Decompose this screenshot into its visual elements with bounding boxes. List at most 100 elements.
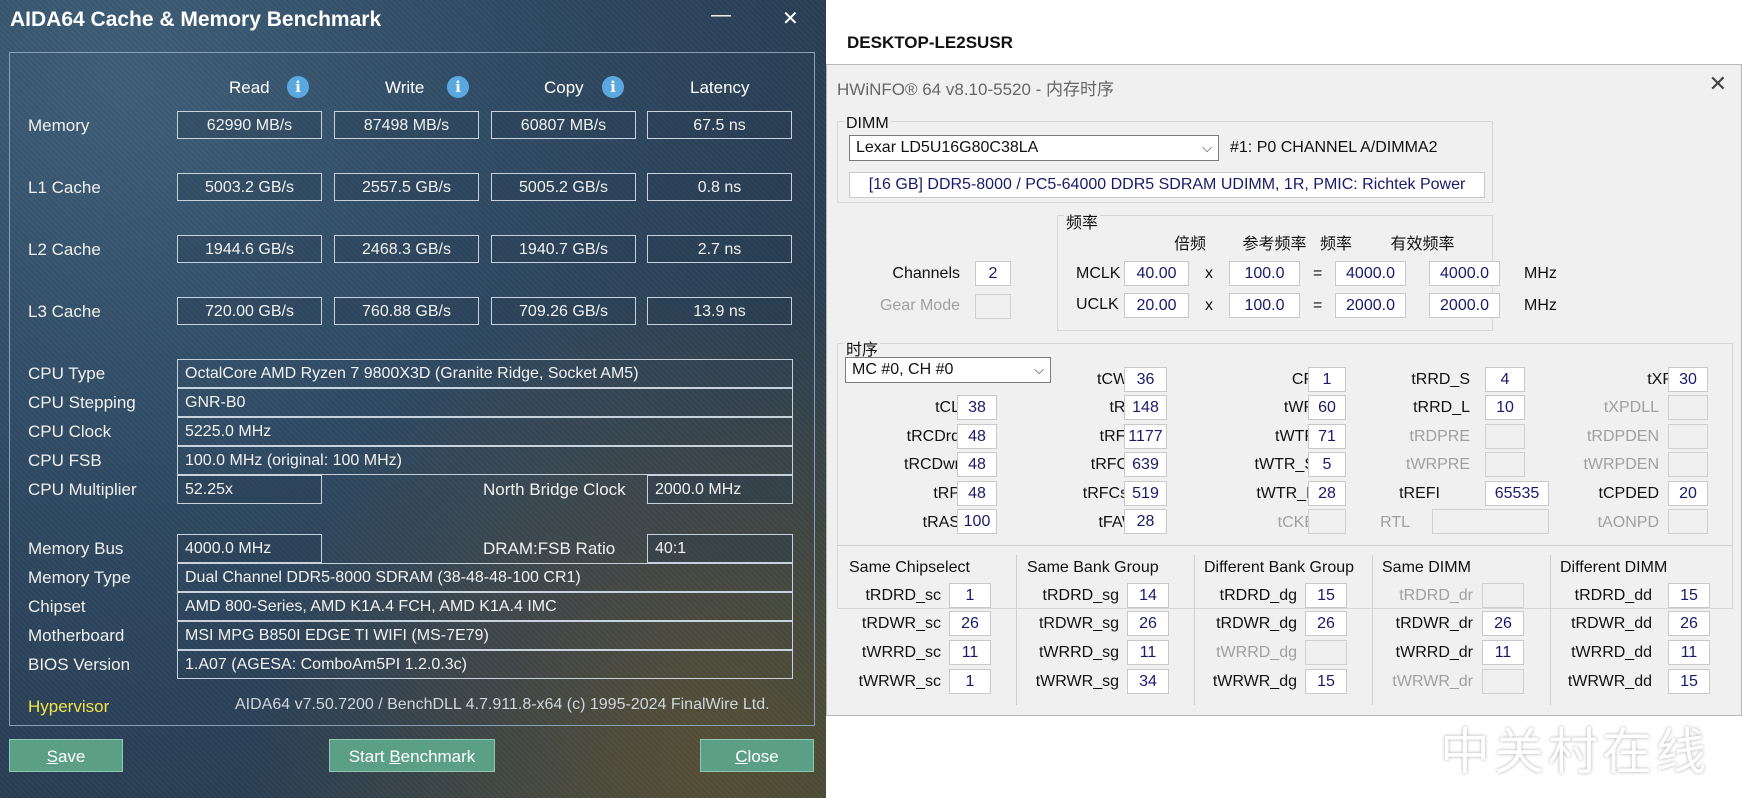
tRCDwr-value: 48 xyxy=(957,452,997,477)
hypervisor-link[interactable]: Hypervisor xyxy=(28,697,109,717)
dimm-select[interactable]: Lexar LD5U16G80C38LA ⌵ xyxy=(849,135,1219,161)
tWRRD_dr-value: 11 xyxy=(1482,640,1524,665)
tWTR_L-value: 28 xyxy=(1308,481,1346,506)
column-copy: Copy xyxy=(544,78,584,97)
tWRWR_dg-value: 15 xyxy=(1305,669,1347,694)
CR-label: CR xyxy=(1291,371,1315,388)
tRAS-value: 100 xyxy=(957,509,997,534)
tCWL-label: tCWL xyxy=(1097,371,1137,388)
tRFC-value: 1177 xyxy=(1124,424,1167,449)
dimm-description: [16 GB] DDR5-8000 / PC5-64000 DDR5 SDRAM… xyxy=(849,172,1485,198)
tWTP-value: 71 xyxy=(1308,424,1346,449)
tWR-label: tWR xyxy=(1283,399,1315,416)
tCL-label: tCL xyxy=(935,399,960,416)
write-info-icon[interactable]: i xyxy=(447,76,469,98)
l3-latency: 13.9 ns xyxy=(647,297,792,325)
tRDWR_dr-label: tRDWR_dr xyxy=(1395,615,1473,632)
north-bridge-label: North Bridge Clock xyxy=(483,480,626,499)
dram-fsb-label: DRAM:FSB Ratio xyxy=(483,539,616,558)
memory-read: 62990 MB/s xyxy=(177,111,322,139)
start-benchmark-button[interactable]: Start Benchmark xyxy=(329,739,495,772)
timings-divider xyxy=(837,545,1733,547)
channels-label: Channels xyxy=(892,265,960,282)
tRDWR_dr-value: 26 xyxy=(1482,611,1524,636)
save-accel: S xyxy=(46,747,58,766)
row-label-l1: L1 Cache xyxy=(28,178,101,197)
frequency-group-label: 频率 xyxy=(1064,209,1101,233)
tWRRD_dd-label: tWRRD_dd xyxy=(1571,644,1652,661)
mclk-label: MCLK xyxy=(1076,265,1121,282)
cpu-clock-value: 5225.0 MHz xyxy=(177,417,793,446)
group-title-same-dimm: Same DIMM xyxy=(1382,559,1471,576)
tXPDLL-value xyxy=(1668,395,1708,420)
tRDRD_sc-label: tRDRD_sc xyxy=(865,587,941,604)
l2-latency: 2.7 ns xyxy=(647,235,792,263)
copy-info-icon[interactable]: i xyxy=(602,76,624,98)
channels-value: 2 xyxy=(975,261,1011,286)
tRDWR_dd-value: 26 xyxy=(1668,611,1710,636)
l2-read: 1944.6 GB/s xyxy=(177,235,322,263)
save-button[interactable]: Save xyxy=(9,739,123,772)
tRDRD_dg-label: tRDRD_dg xyxy=(1219,587,1297,604)
tWRWR_sc-value: 1 xyxy=(949,669,991,694)
zol-logo-icon xyxy=(1379,721,1431,765)
tWRRD_sc-label: tWRRD_sc xyxy=(861,644,941,661)
dram-fsb-value: 40:1 xyxy=(647,534,793,563)
tCPDED-value: 20 xyxy=(1668,481,1708,506)
tWRWR_sg-label: tWRWR_sg xyxy=(1035,673,1119,690)
mc-select[interactable]: MC #0, CH #0 ⌵ xyxy=(845,357,1051,383)
tRDRD_dd-label: tRDRD_dd xyxy=(1574,587,1652,604)
minimize-button[interactable]: — xyxy=(711,4,731,27)
tRFCsb-label: tRFCsb xyxy=(1082,485,1137,502)
tWRRD_dg-label: tWRRD_dg xyxy=(1216,644,1297,661)
uclk-eff: 2000.0 xyxy=(1429,293,1500,318)
dimm-slot: #1: P0 CHANNEL A/DIMMA2 xyxy=(1230,139,1438,156)
tRC-value: 148 xyxy=(1124,395,1167,420)
tRCDrd-label: tRCDrd xyxy=(906,428,960,445)
memory-type-label: Memory Type xyxy=(28,568,131,587)
tRFCsb-value: 519 xyxy=(1124,481,1167,506)
tWRPDEN-label: tWRPDEN xyxy=(1583,456,1659,473)
hwinfo-close-icon[interactable]: ✕ xyxy=(1709,71,1727,97)
close-accel: C xyxy=(735,747,748,766)
close-label: lose xyxy=(747,747,779,766)
mclk-eff: 4000.0 xyxy=(1429,261,1500,286)
cpu-multiplier-label: CPU Multiplier xyxy=(28,480,137,499)
column-read: Read xyxy=(229,78,270,97)
row-label-l3: L3 Cache xyxy=(28,302,101,321)
group-title-different-dimm: Different DIMM xyxy=(1560,559,1668,576)
group-title-same-chipselect: Same Chipselect xyxy=(849,559,970,576)
freq-header-eff: 有效频率 xyxy=(1390,236,1455,253)
tWR-value: 60 xyxy=(1308,395,1346,420)
l2-write: 2468.3 GB/s xyxy=(334,235,479,263)
mclk-eq: = xyxy=(1313,265,1323,282)
start-label-pre: Start xyxy=(348,747,390,766)
tWRRD_sg-label: tWRRD_sg xyxy=(1038,644,1119,661)
tRFC2-label: tRFC2 xyxy=(1090,456,1137,473)
cpu-multiplier-value: 52.25x xyxy=(177,475,322,504)
tRRD_L-label: tRRD_L xyxy=(1413,399,1470,416)
close-window-button[interactable]: ✕ xyxy=(782,6,799,31)
tFAW-value: 28 xyxy=(1124,509,1167,534)
mclk-mult: 40.00 xyxy=(1124,261,1189,286)
tXP-value: 30 xyxy=(1668,367,1708,392)
row-label-l2: L2 Cache xyxy=(28,240,101,259)
tRDRD_dd-value: 15 xyxy=(1668,583,1710,608)
l1-copy: 5005.2 GB/s xyxy=(491,173,636,201)
CR-value: 1 xyxy=(1308,367,1346,392)
read-info-icon[interactable]: i xyxy=(287,76,309,98)
tWRRD_sc-value: 11 xyxy=(949,640,991,665)
uclk-mult: 20.00 xyxy=(1124,293,1189,318)
tRDPDEN-value xyxy=(1668,424,1708,449)
tRRD_S-label: tRRD_S xyxy=(1411,371,1470,388)
memory-write: 87498 MB/s xyxy=(334,111,479,139)
tRDRD_dr-label: tRDRD_dr xyxy=(1399,587,1473,604)
tWRWR_dr-label: tWRWR_dr xyxy=(1392,673,1473,690)
uclk-eq: = xyxy=(1313,297,1323,314)
close-button[interactable]: Close xyxy=(700,739,814,772)
tRDRD_sg-value: 14 xyxy=(1127,583,1169,608)
mclk-x: x xyxy=(1205,265,1213,282)
watermark-text: 中关村在线 xyxy=(1440,723,1710,781)
tRRD_S-value: 4 xyxy=(1485,367,1525,392)
tWTR_S-value: 5 xyxy=(1308,452,1346,477)
